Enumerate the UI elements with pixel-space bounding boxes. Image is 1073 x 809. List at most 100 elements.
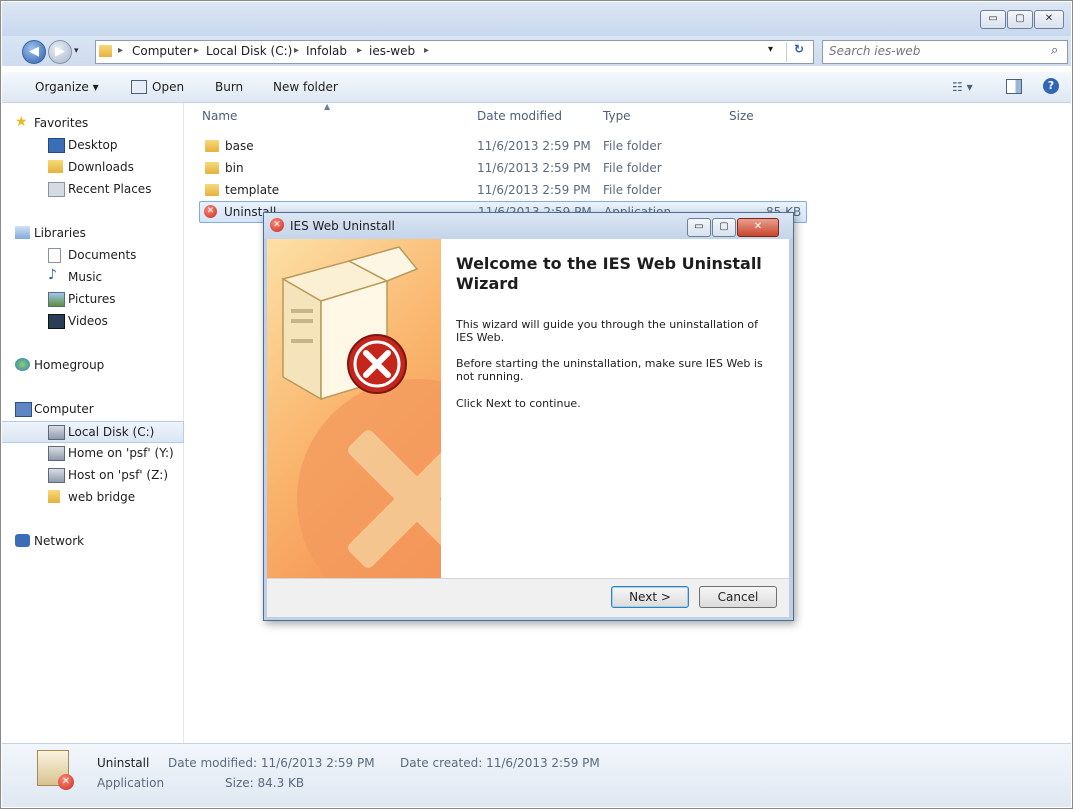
breadcrumb-computer[interactable]: Computer bbox=[132, 44, 192, 58]
nav-local-disk[interactable]: Local Disk (C:) bbox=[2, 421, 184, 443]
column-date-modified[interactable]: Date modified bbox=[477, 109, 562, 123]
nav-label: Recent Places bbox=[68, 182, 152, 196]
nav-videos[interactable]: Videos bbox=[2, 311, 183, 331]
back-button[interactable]: ◀ bbox=[22, 40, 46, 64]
wizard-continue-text: Click Next to continue. bbox=[456, 397, 581, 410]
nav-libraries[interactable]: Libraries bbox=[2, 223, 183, 243]
file-date: 11/6/2013 2:59 PM bbox=[477, 139, 591, 153]
search-box: ⌕ bbox=[822, 40, 1068, 64]
search-input[interactable] bbox=[823, 41, 1051, 61]
music-icon: ♪ bbox=[48, 267, 57, 283]
file-row[interactable]: base 11/6/2013 2:59 PM File folder bbox=[199, 136, 805, 156]
maximize-button[interactable]: ▢ bbox=[1007, 10, 1033, 29]
nav-favorites[interactable]: ★ Favorites bbox=[2, 113, 183, 133]
search-icon[interactable]: ⌕ bbox=[1051, 43, 1058, 58]
documents-icon bbox=[48, 248, 61, 263]
dialog-maximize-button[interactable]: ▢ bbox=[712, 218, 736, 237]
cancel-button[interactable]: Cancel bbox=[699, 586, 777, 608]
detail-created: Date created: 11/6/2013 2:59 PM bbox=[400, 756, 600, 770]
disk-icon bbox=[48, 425, 65, 440]
libraries-icon bbox=[15, 226, 30, 239]
uninstall-icon: ✕ bbox=[204, 205, 217, 218]
star-icon: ★ bbox=[15, 114, 28, 130]
column-type[interactable]: Type bbox=[603, 109, 631, 123]
column-size[interactable]: Size bbox=[729, 109, 754, 123]
homegroup-icon bbox=[15, 358, 30, 371]
file-date: 11/6/2013 2:59 PM bbox=[477, 161, 591, 175]
nav-label: Documents bbox=[68, 248, 137, 262]
view-options-icon[interactable]: ☷ ▾ bbox=[952, 80, 973, 94]
preview-pane-icon[interactable] bbox=[1006, 79, 1022, 94]
file-name: template bbox=[225, 183, 280, 197]
wizard-intro-text: This wizard will guide you through the u… bbox=[456, 318, 759, 344]
detail-modified: Date modified: 11/6/2013 2:59 PM bbox=[168, 756, 375, 770]
forward-button[interactable]: ▶ bbox=[48, 40, 72, 64]
nav-recent-places[interactable]: Recent Places bbox=[2, 179, 183, 199]
downloads-icon bbox=[48, 160, 63, 173]
navigation-pane: ★ Favorites Desktop Downloads Recent Pla… bbox=[2, 103, 184, 743]
nav-label: Desktop bbox=[68, 138, 118, 152]
nav-web-bridge[interactable]: web bridge bbox=[2, 487, 183, 507]
dialog-close-button[interactable]: ✕ bbox=[737, 218, 779, 237]
address-bar[interactable]: ▸ Computer ▸ Local Disk (C:) ▸ Infolab ▸… bbox=[95, 40, 814, 64]
computer-icon bbox=[15, 402, 32, 417]
wizard-banner-art bbox=[281, 246, 441, 578]
command-bar: Organize ▾ Open Burn New folder ☷ ▾ ? bbox=[2, 72, 1071, 103]
nav-label: Computer bbox=[34, 402, 94, 416]
minimize-button[interactable]: ▭ bbox=[980, 10, 1006, 29]
wizard-banner bbox=[267, 239, 441, 578]
burn-button[interactable]: Burn bbox=[215, 80, 243, 94]
open-icon bbox=[131, 80, 147, 94]
help-icon[interactable]: ? bbox=[1043, 78, 1059, 94]
file-name: bin bbox=[225, 161, 244, 175]
wizard-warning-text: Before starting the uninstallation, make… bbox=[456, 357, 763, 383]
recent-pages-icon[interactable]: ▾ bbox=[74, 46, 79, 56]
nav-pictures[interactable]: Pictures bbox=[2, 289, 183, 309]
nav-downloads[interactable]: Downloads bbox=[2, 157, 183, 177]
folder-icon bbox=[205, 162, 219, 174]
nav-home-psf[interactable]: Home on 'psf' (Y:) bbox=[2, 443, 183, 463]
nav-homegroup[interactable]: Homegroup bbox=[2, 355, 183, 375]
nav-label: Pictures bbox=[68, 292, 116, 306]
nav-desktop[interactable]: Desktop bbox=[2, 135, 183, 155]
breadcrumb-ies-web[interactable]: ies-web bbox=[369, 44, 415, 58]
breadcrumb-separator-icon: ▸ bbox=[294, 45, 300, 56]
breadcrumb-separator-icon: ▸ bbox=[194, 45, 200, 56]
breadcrumb-infolab[interactable]: Infolab bbox=[306, 44, 347, 58]
file-row[interactable]: template 11/6/2013 2:59 PM File folder bbox=[199, 180, 805, 200]
file-row[interactable]: bin 11/6/2013 2:59 PM File folder bbox=[199, 158, 805, 178]
uninstall-icon: ✕ bbox=[270, 218, 284, 232]
file-name: base bbox=[225, 139, 254, 153]
network-drive-icon bbox=[48, 446, 65, 461]
nav-label: Home on 'psf' (Y:) bbox=[68, 446, 174, 460]
refresh-icon[interactable]: ↻ bbox=[786, 42, 811, 62]
nav-label: Network bbox=[34, 534, 85, 548]
open-button[interactable]: Open bbox=[152, 80, 184, 94]
file-type: File folder bbox=[603, 139, 662, 153]
dialog-title-bar: ✕ IES Web Uninstall ▭ ▢ ✕ bbox=[264, 213, 793, 239]
dialog-minimize-button[interactable]: ▭ bbox=[687, 218, 711, 237]
nav-label: Host on 'psf' (Z:) bbox=[68, 468, 169, 482]
file-type: File folder bbox=[603, 161, 662, 175]
dialog-title: IES Web Uninstall bbox=[290, 219, 395, 233]
breadcrumb-separator-icon: ▸ bbox=[424, 45, 430, 56]
detail-kind: Application bbox=[97, 776, 165, 790]
nav-host-psf[interactable]: Host on 'psf' (Z:) bbox=[2, 465, 183, 485]
close-button[interactable]: ✕ bbox=[1034, 10, 1064, 29]
organize-menu[interactable]: Organize ▾ bbox=[35, 80, 99, 94]
nav-label: Videos bbox=[68, 314, 108, 328]
nav-label: Homegroup bbox=[34, 358, 105, 372]
videos-icon bbox=[48, 314, 65, 329]
address-dropdown-icon[interactable]: ▾ bbox=[768, 44, 773, 55]
column-name[interactable]: Name bbox=[202, 109, 237, 123]
nav-music[interactable]: ♪ Music bbox=[2, 267, 183, 287]
nav-documents[interactable]: Documents bbox=[2, 245, 183, 265]
new-folder-button[interactable]: New folder bbox=[273, 80, 338, 94]
nav-label: web bridge bbox=[68, 490, 136, 504]
breadcrumb-local-disk[interactable]: Local Disk (C:) bbox=[206, 44, 292, 58]
detail-size: Size: 84.3 KB bbox=[225, 776, 305, 790]
sort-ascending-icon: ▲ bbox=[324, 102, 331, 111]
nav-network[interactable]: Network bbox=[2, 531, 183, 551]
nav-computer[interactable]: Computer bbox=[2, 399, 183, 419]
next-button[interactable]: Next > bbox=[611, 586, 689, 608]
